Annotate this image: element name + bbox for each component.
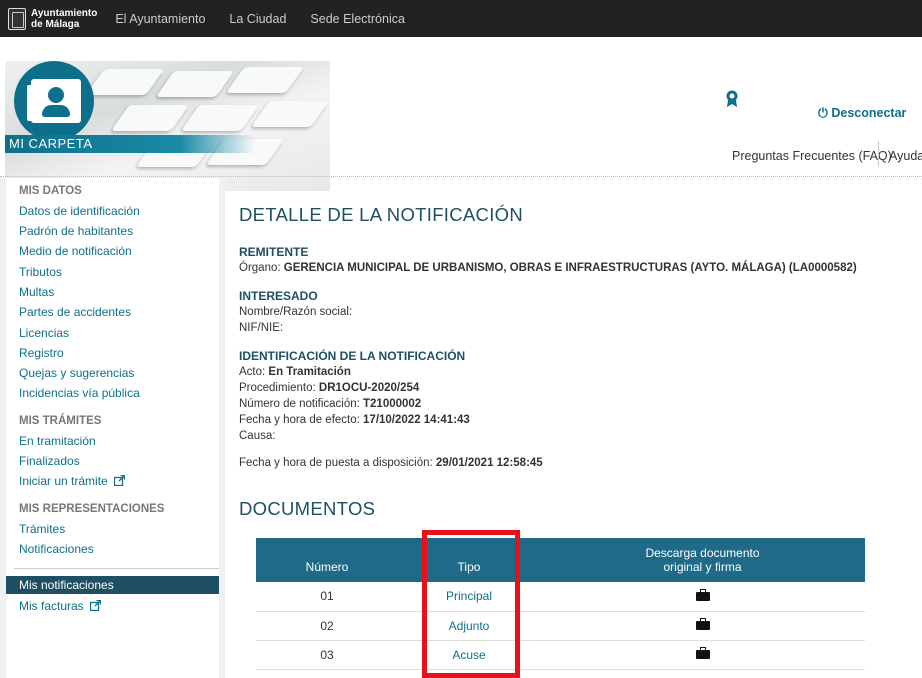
numero-value: T21000002 xyxy=(363,398,422,410)
sidebar-item-multas[interactable]: Multas xyxy=(19,285,54,299)
help-link[interactable]: Ayuda xyxy=(889,149,922,163)
puesta-line: Fecha y hora de puesta a disposición: 29… xyxy=(239,457,543,469)
briefcase-download-icon[interactable] xyxy=(695,618,710,630)
sidebar-item-tributos[interactable]: Tributos xyxy=(19,265,62,279)
briefcase-download-icon[interactable] xyxy=(695,588,710,601)
logo-line-2: de Málaga xyxy=(31,18,80,30)
procedimiento-line: Procedimiento: DR1OCU-2020/254 xyxy=(239,382,419,394)
faq-link[interactable]: Preguntas Frecuentes (FAQ) xyxy=(732,149,892,163)
nav-el-ayuntamiento[interactable]: El Ayuntamiento xyxy=(115,12,205,26)
organo-value: GERENCIA MUNICIPAL DE URBANISMO, OBRAS E… xyxy=(283,262,857,274)
puesta-value: 29/01/2021 12:58:45 xyxy=(435,457,543,469)
section-mis-tramites: MIS TRÁMITES xyxy=(19,415,102,427)
sidebar: MIS DATOS Datos de identificación Padrón… xyxy=(6,178,219,678)
table-row: 01 Principal xyxy=(256,582,865,612)
row-numero: 02 xyxy=(256,611,398,641)
section-mis-representaciones: MIS REPRESENTACIONES xyxy=(19,503,165,515)
page-title: DETALLE DE LA NOTIFICACIÓN xyxy=(239,204,523,225)
sidebar-item-mis-notificaciones[interactable]: Mis notificaciones xyxy=(6,576,219,594)
interesado-heading: INTERESADO xyxy=(239,289,318,303)
external-link-icon xyxy=(114,475,126,486)
sidebar-item-registro[interactable]: Registro xyxy=(19,346,64,360)
numero-label: Número de notificación: xyxy=(239,398,360,410)
col-descarga: Descarga documento original y firma xyxy=(540,538,865,582)
col-descarga-line1: Descarga documento xyxy=(645,546,760,560)
col-descarga-line2: original y firma xyxy=(663,560,742,574)
documentos-heading: DOCUMENTOS xyxy=(239,498,376,519)
table-header-row: Número Tipo Descarga documento original … xyxy=(256,538,865,582)
top-nav: El Ayuntamiento La Ciudad Sede Electróni… xyxy=(115,12,429,26)
download-cell xyxy=(540,640,865,670)
folder-logo-icon xyxy=(14,61,94,141)
puesta-label: Fecha y hora de puesta a disposición: xyxy=(239,457,433,469)
sidebar-item-medio-notificacion[interactable]: Medio de notificación xyxy=(19,244,132,258)
sidebar-item-notificaciones[interactable]: Notificaciones xyxy=(19,542,94,556)
identificacion-heading: IDENTIFICACIÓN DE LA NOTIFICACIÓN xyxy=(239,349,466,363)
remitente-heading: REMITENTE xyxy=(239,245,309,259)
table-row: 03 Acuse xyxy=(256,640,865,670)
mi-carpeta-label: MI CARPETA xyxy=(9,136,93,151)
row-numero: 01 xyxy=(256,582,398,612)
fecha-efecto-value: 17/10/2022 14:41:43 xyxy=(363,414,470,426)
acto-value: En Tramitación xyxy=(268,366,351,378)
section-mis-datos: MIS DATOS xyxy=(19,185,82,197)
nav-sede-electronica[interactable]: Sede Electrónica xyxy=(310,12,405,26)
logo-line-1: Ayuntamiento xyxy=(31,7,98,19)
procedimiento-label: Procedimiento: xyxy=(239,382,316,394)
award-icon[interactable] xyxy=(725,90,739,108)
fecha-efecto-label: Fecha y hora de efecto: xyxy=(239,414,360,426)
iniciar-tramite-label: Iniciar un trámite xyxy=(19,474,108,488)
download-cell xyxy=(540,582,865,612)
ayuntamiento-logo[interactable]: Ayuntamiento de Málaga xyxy=(8,7,98,30)
sidebar-item-mis-facturas[interactable]: Mis facturas xyxy=(19,599,102,613)
sidebar-item-en-tramitacion[interactable]: En tramitación xyxy=(19,434,96,448)
organo-line: Órgano: GERENCIA MUNICIPAL DE URBANISMO,… xyxy=(239,262,857,274)
sidebar-item-iniciar-tramite[interactable]: Iniciar un trámite xyxy=(19,474,126,488)
sidebar-item-padron[interactable]: Padrón de habitantes xyxy=(19,224,133,238)
sidebar-item-licencias[interactable]: Licencias xyxy=(19,326,69,340)
mis-notificaciones-label: Mis notificaciones xyxy=(19,578,114,592)
col-numero: Número xyxy=(256,538,398,582)
city-shield-icon xyxy=(8,7,26,30)
procedimiento-value: DR1OCU-2020/254 xyxy=(318,382,420,394)
acto-label: Acto: xyxy=(239,366,266,378)
download-cell xyxy=(540,611,865,641)
organo-label: Órgano: xyxy=(239,262,281,274)
nav-la-ciudad[interactable]: La Ciudad xyxy=(229,12,286,26)
sidebar-item-quejas[interactable]: Quejas y sugerencias xyxy=(19,366,134,380)
fecha-efecto-line: Fecha y hora de efecto: 17/10/2022 14:41… xyxy=(239,414,470,426)
top-bar: Ayuntamiento de Málaga El Ayuntamiento L… xyxy=(0,0,922,37)
causa-label: Causa: xyxy=(239,430,276,442)
highlight-box xyxy=(422,530,520,678)
logout-label: Desconectar xyxy=(831,106,907,120)
documents-table: Número Tipo Descarga documento original … xyxy=(256,538,865,670)
sidebar-item-partes-accidentes[interactable]: Partes de accidentes xyxy=(19,305,131,319)
briefcase-download-icon[interactable] xyxy=(695,647,710,659)
nombre-label: Nombre/Razón social: xyxy=(239,306,353,318)
table-row: 02 Adjunto xyxy=(256,611,865,641)
sidebar-item-datos-identificacion[interactable]: Datos de identificación xyxy=(19,204,140,218)
sidebar-item-incidencias[interactable]: Incidencias vía pública xyxy=(19,386,140,400)
main-content: DETALLE DE LA NOTIFICACIÓN REMITENTE Órg… xyxy=(225,178,922,678)
power-icon: ⏻ xyxy=(818,106,828,120)
numero-line: Número de notificación: T21000002 xyxy=(239,398,421,410)
mis-facturas-label: Mis facturas xyxy=(19,599,84,613)
external-link-icon xyxy=(90,600,102,611)
sidebar-item-tramites[interactable]: Trámites xyxy=(19,522,65,536)
row-numero: 03 xyxy=(256,640,398,670)
nif-label: NIF/NIE: xyxy=(239,322,284,334)
logout-link[interactable]: ⏻ Desconectar xyxy=(818,106,906,121)
acto-line: Acto: En Tramitación xyxy=(239,366,351,378)
sidebar-item-finalizados[interactable]: Finalizados xyxy=(19,454,80,468)
